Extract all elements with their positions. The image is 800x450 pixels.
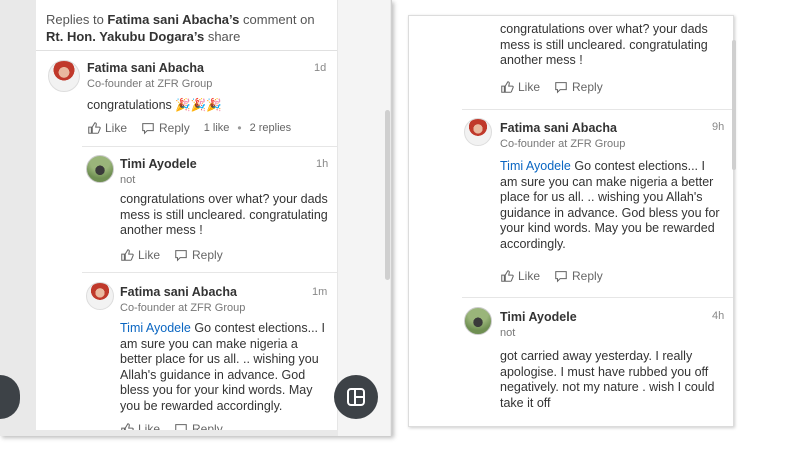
comment-text: congratulations over what? your dads mes… <box>500 22 708 67</box>
like-icon <box>121 249 134 261</box>
scrollbar-thumb[interactable] <box>732 40 736 170</box>
comment-actions: Like Reply <box>500 269 617 283</box>
commenter-name[interactable]: Timi Ayodele <box>120 157 197 171</box>
commenter-name[interactable]: Fatima sani Abacha <box>500 121 617 135</box>
comment-text: Timi Ayodele Go contest elections... I a… <box>120 321 325 413</box>
header-divider <box>36 50 337 51</box>
thread-header: Replies to Fatima sani Abacha’s comment … <box>46 12 315 44</box>
reply-icon <box>175 424 187 430</box>
comment-text: got carried away yesterday. I really apo… <box>500 349 715 410</box>
commenter-headline: Co-founder at ZFR Group <box>120 302 246 314</box>
compose-icon <box>347 388 365 406</box>
comment-time: 9h <box>712 121 725 133</box>
comment-time: 4h <box>712 310 725 322</box>
commenter-headline: Co-founder at ZFR Group <box>500 138 626 150</box>
commenter-headline: Co-founder at ZFR Group <box>87 78 213 90</box>
like-button[interactable]: Like <box>120 248 160 262</box>
like-button[interactable]: Like <box>500 80 540 94</box>
comment-actions: Like Reply 1 like • 2 replies <box>87 121 299 135</box>
reply-button[interactable]: Reply <box>141 121 190 135</box>
likes-count[interactable]: 1 like <box>204 122 230 134</box>
like-icon <box>501 270 514 282</box>
comment-text: congratulations over what? your dads mes… <box>120 192 328 237</box>
reply-icon <box>555 82 567 94</box>
left-comments-panel: Replies to Fatima sani Abacha’s comment … <box>36 0 338 430</box>
like-button[interactable]: Like <box>500 269 540 283</box>
avatar[interactable] <box>86 282 114 310</box>
avatar[interactable] <box>464 307 492 335</box>
reply-button[interactable]: Reply <box>554 269 603 283</box>
avatar[interactable] <box>48 60 80 92</box>
commenter-name[interactable]: Fatima sani Abacha <box>87 61 204 75</box>
commenter-headline: not <box>500 327 516 339</box>
avatar[interactable] <box>464 118 492 146</box>
reply-button[interactable]: Reply <box>174 422 223 430</box>
commenter-name[interactable]: Fatima sani Abacha <box>120 285 237 299</box>
reply-icon <box>142 123 154 135</box>
mention-link[interactable]: Timi Ayodele <box>120 321 191 335</box>
comment-actions: Like Reply <box>500 80 617 94</box>
header-author[interactable]: Fatima sani Abacha’s <box>107 12 239 27</box>
scrollbar-thumb[interactable] <box>385 110 390 280</box>
comment-divider <box>462 109 733 110</box>
comment-divider <box>462 297 733 298</box>
like-button[interactable]: Like <box>120 422 160 430</box>
comment-actions: Like Reply <box>120 248 237 262</box>
comment-time: 1h <box>316 158 329 170</box>
replies-count[interactable]: 2 replies <box>250 122 292 134</box>
like-button[interactable]: Like <box>87 121 127 135</box>
right-comments-panel: congratulations over what? your dads mes… <box>408 15 734 427</box>
reply-icon <box>555 271 567 283</box>
comment-actions: Like Reply <box>120 422 237 430</box>
like-icon <box>88 122 101 134</box>
reply-button[interactable]: Reply <box>554 80 603 94</box>
compose-button[interactable] <box>334 375 378 419</box>
reply-button[interactable]: Reply <box>174 248 223 262</box>
commenter-headline: not <box>120 174 136 186</box>
mention-link[interactable]: Timi Ayodele <box>500 159 571 173</box>
commenter-name[interactable]: Timi Ayodele <box>500 310 577 324</box>
comment-text: Timi Ayodele Go contest elections... I a… <box>500 159 720 251</box>
comment-divider <box>82 272 337 273</box>
comment-divider <box>82 146 337 147</box>
comment-text: congratulations 🎉🎉🎉 <box>87 98 222 112</box>
left-side-strip <box>338 0 390 436</box>
reply-icon <box>175 250 187 262</box>
comment-time: 1d <box>314 62 327 74</box>
avatar[interactable] <box>86 155 114 183</box>
comment-time: 1m <box>312 286 328 298</box>
separator-dot: • <box>237 121 242 135</box>
header-target[interactable]: Rt. Hon. Yakubu Dogara’s <box>46 29 204 44</box>
like-icon <box>501 81 514 93</box>
like-icon <box>121 423 134 430</box>
